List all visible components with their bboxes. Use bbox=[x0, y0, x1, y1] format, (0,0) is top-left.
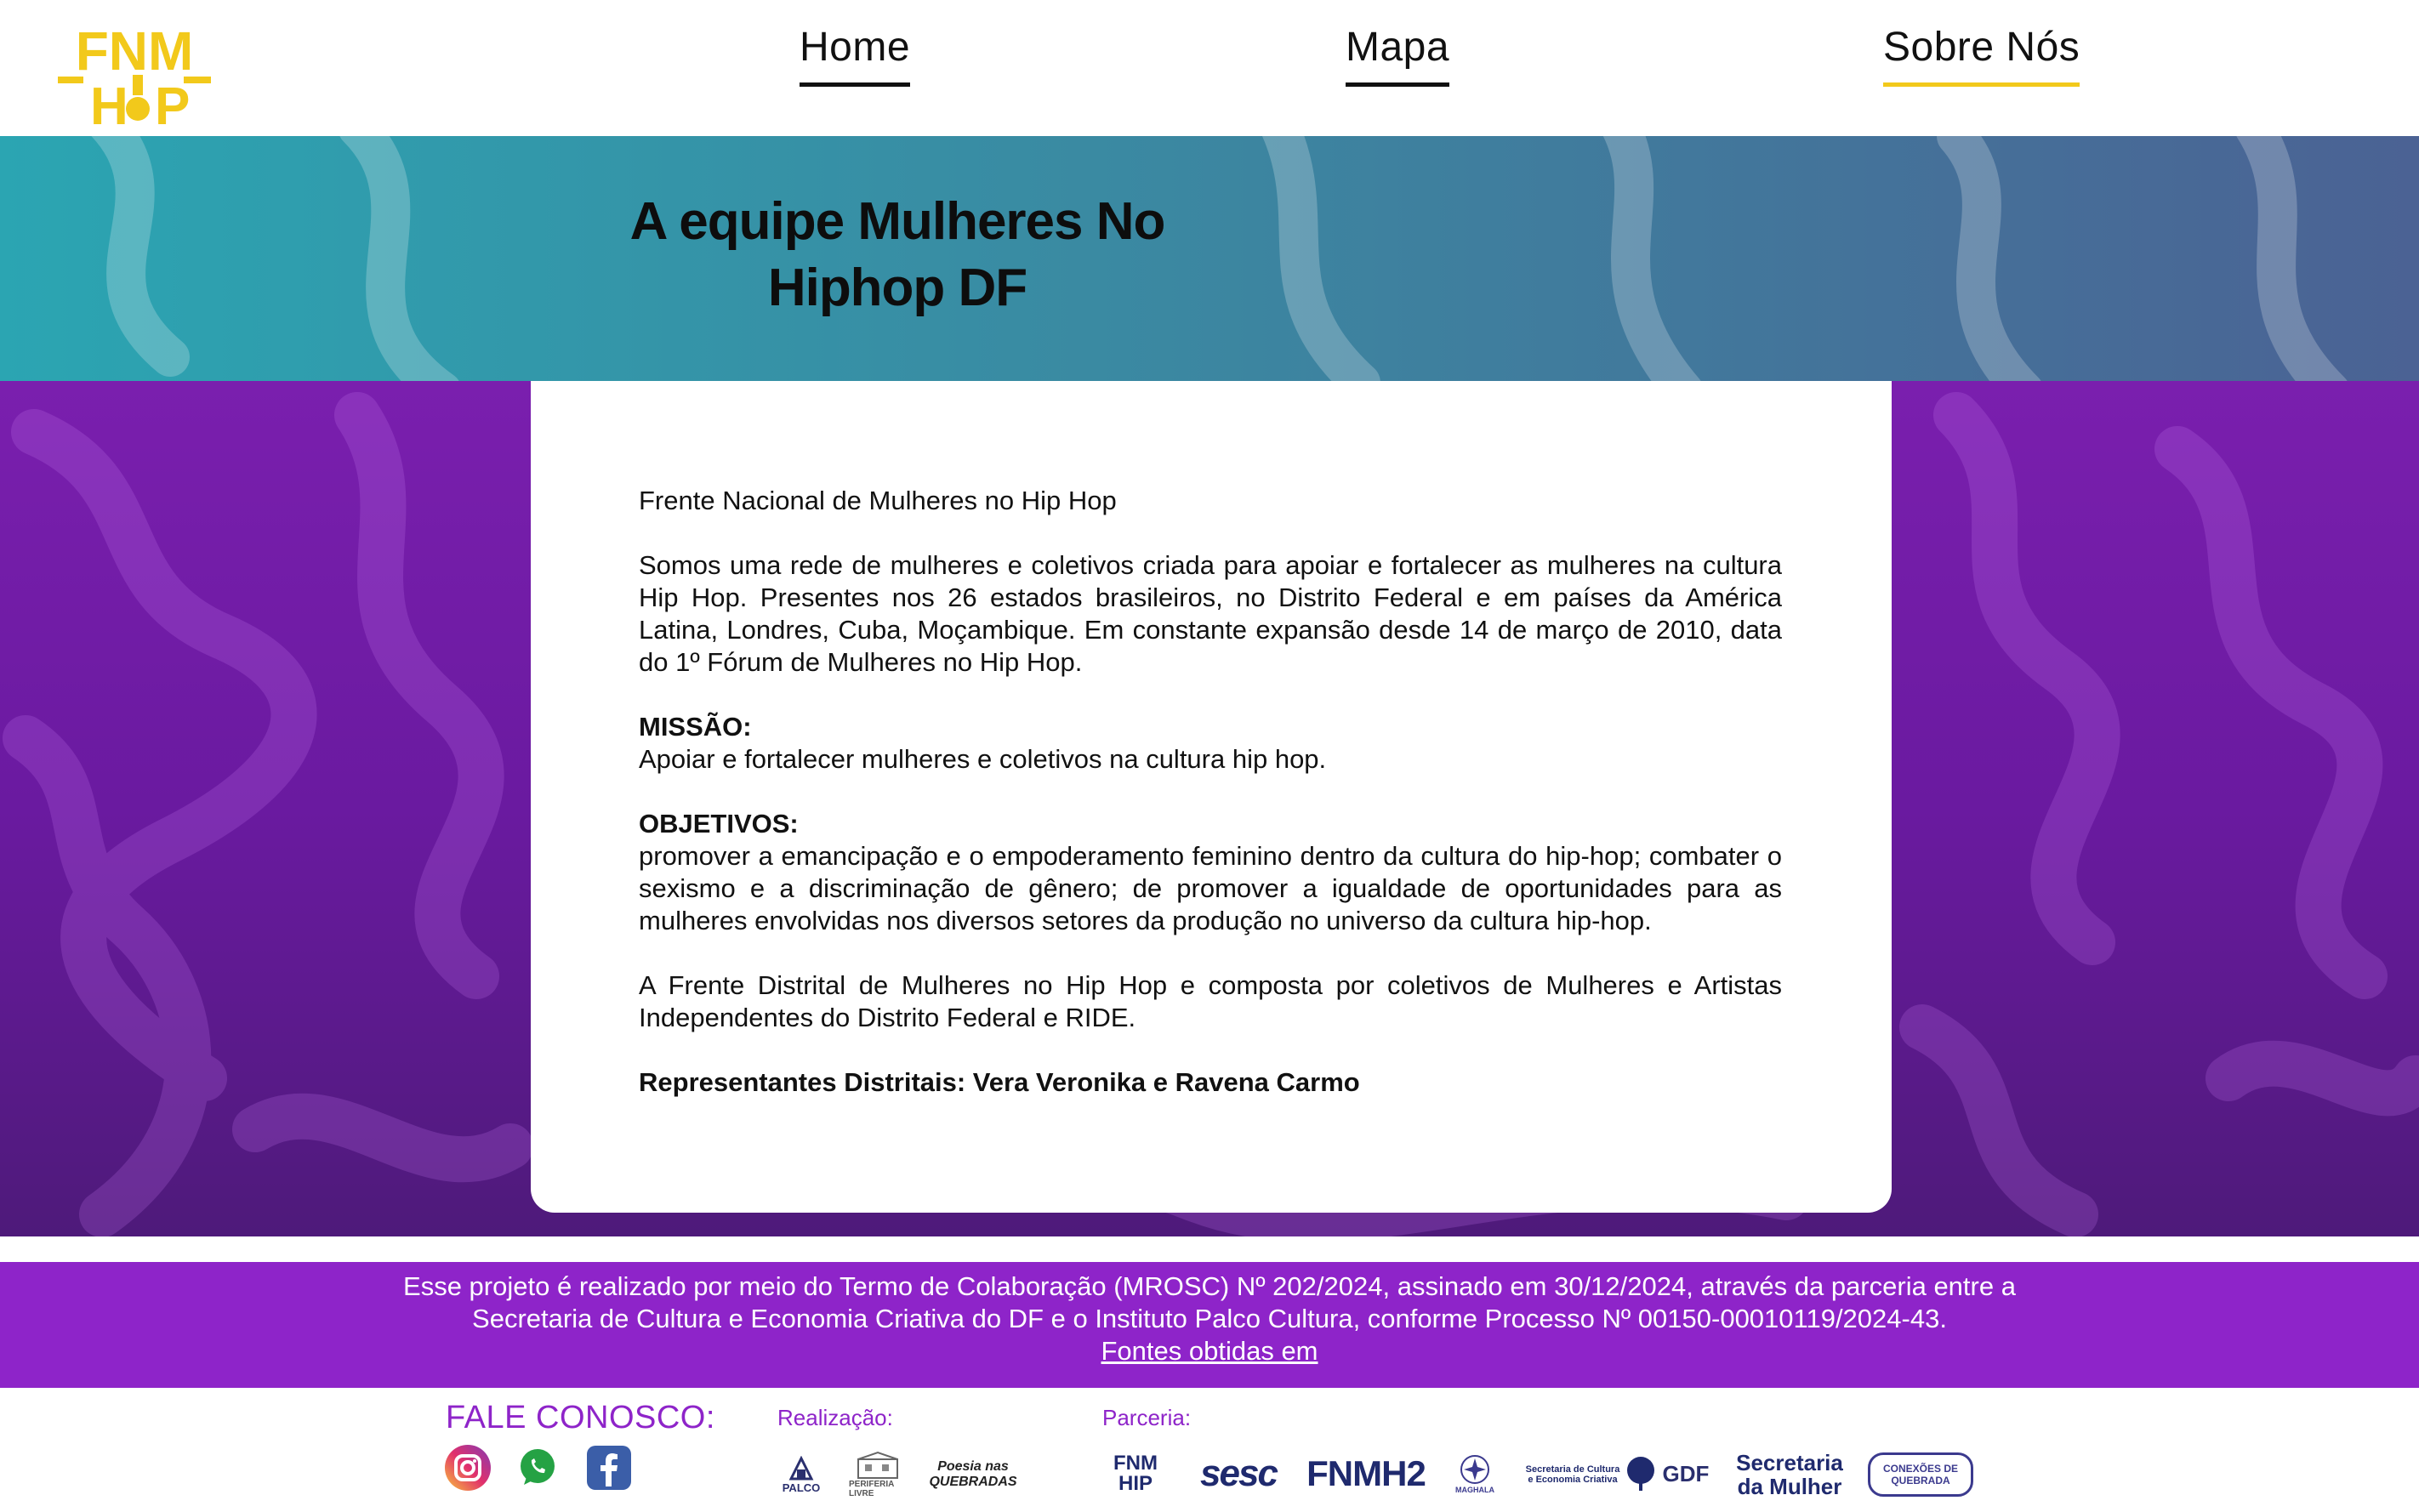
nav-mapa-link[interactable]: Mapa bbox=[1346, 24, 1450, 87]
palco-logo: PALCO bbox=[776, 1449, 827, 1500]
frente-distrital-paragraph: A Frente Distrital de Mulheres no Hip Ho… bbox=[639, 970, 1782, 1032]
banner-pattern-decoration bbox=[91, 136, 2348, 381]
secretaria-mulher-logo: Secretaria da Mulher bbox=[1730, 1449, 1849, 1500]
fale-conosco-label: FALE CONOSCO: bbox=[446, 1400, 715, 1435]
fnm-hip-logo[interactable]: FNM H P bbox=[56, 19, 213, 128]
maghala-logo: MAGHALA bbox=[1451, 1447, 1499, 1500]
representantes-line: Representantes Distritais: Vera Veronika… bbox=[639, 1066, 1782, 1099]
objetivos-text: promover a emancipação e o empoderamento… bbox=[639, 841, 1782, 935]
conexoes-quebrada-logo: CONEXÕES DE QUEBRADA bbox=[1868, 1452, 1973, 1497]
credit-line1: Esse projeto é realizado por meio do Ter… bbox=[403, 1271, 2016, 1301]
logo-line1: FNM bbox=[76, 20, 194, 82]
maghala-logo-text: MAGHALA bbox=[1455, 1486, 1494, 1494]
poesia-logo-text: Poesia nas QUEBRADAS bbox=[929, 1459, 1017, 1489]
fnm-hip-partner-logo: FNM HIP bbox=[1104, 1449, 1167, 1498]
fnmh2-logo: FNMH2 bbox=[1303, 1451, 1429, 1497]
secretaria-mulher-line1: Secretaria bbox=[1736, 1450, 1843, 1475]
footer: FALE CONOSCO: Realização: PALCO PERIFERI… bbox=[0, 1388, 2419, 1512]
periferia-building-icon bbox=[857, 1451, 898, 1479]
palco-mark-icon bbox=[788, 1455, 814, 1480]
fnmh2-logo-text: FNMH2 bbox=[1306, 1453, 1426, 1493]
gdf-tree-icon bbox=[1626, 1457, 1654, 1491]
missao-text: Apoiar e fortalecer mulheres e coletivos… bbox=[639, 744, 1327, 774]
page-title: A equipe Mulheres No Hiphop DF bbox=[595, 189, 1199, 321]
page-title-line1: A equipe Mulheres No bbox=[629, 192, 1166, 251]
intro-title: Frente Nacional de Mulheres no Hip Hop bbox=[639, 486, 1117, 515]
gdf-logo: GDF bbox=[1621, 1451, 1710, 1497]
palco-logo-text: PALCO bbox=[782, 1481, 821, 1494]
nav-home-link[interactable]: Home bbox=[800, 24, 911, 87]
missao-heading: MISSÃO: bbox=[639, 712, 752, 742]
poesia-quebradas-logo: Poesia nas QUEBRADAS bbox=[929, 1451, 1017, 1498]
objetivos-block: OBJETIVOS: promover a emancipação e o em… bbox=[639, 808, 1782, 937]
facebook-icon[interactable] bbox=[585, 1444, 633, 1492]
conexoes-logo-text: CONEXÕES DE QUEBRADA bbox=[1882, 1463, 1959, 1486]
secretaria-cultura-text: Secretaria de Cultura e Economia Criativ… bbox=[1525, 1464, 1620, 1485]
page-title-banner: A equipe Mulheres No Hiphop DF bbox=[0, 136, 2419, 381]
nav-sobre-nos-link[interactable]: Sobre Nós bbox=[1883, 24, 2080, 87]
maghala-star-icon bbox=[1460, 1455, 1489, 1484]
instagram-icon[interactable] bbox=[444, 1444, 492, 1492]
project-credit-strip: Esse projeto é realizado por meio do Ter… bbox=[0, 1262, 2419, 1388]
secretaria-mulher-line2: da Mulher bbox=[1737, 1474, 1842, 1499]
secretaria-cultura-logo: Secretaria de Cultura e Economia Criativ… bbox=[1523, 1454, 1623, 1495]
sesc-logo-text: sesc bbox=[1200, 1452, 1278, 1494]
periferia-livre-logo: PERIFERIA LIVRE bbox=[849, 1449, 907, 1500]
realizacao-label: Realização: bbox=[777, 1405, 893, 1430]
periferia-logo-text: PERIFERIA LIVRE bbox=[849, 1480, 894, 1498]
intro-paragraph: Somos uma rede de mulheres e coletivos c… bbox=[639, 550, 1782, 677]
representantes-text: Representantes Distritais: Vera Veronika… bbox=[639, 1067, 1360, 1097]
svg-text:P: P bbox=[155, 77, 190, 128]
missao-block: MISSÃO: Apoiar e fortalecer mulheres e c… bbox=[639, 711, 1782, 776]
top-navigation-bar: FNM H P Home Mapa Sobre Nós bbox=[0, 0, 2419, 136]
parceria-label: Parceria: bbox=[1102, 1405, 1192, 1430]
svg-text:H: H bbox=[90, 77, 128, 128]
page-title-line2: Hiphop DF bbox=[767, 259, 1027, 317]
fnm-partner-text: FNM HIP bbox=[1113, 1452, 1158, 1495]
sesc-logo: sesc bbox=[1198, 1452, 1279, 1495]
fontes-link[interactable]: Fontes obtidas em bbox=[1101, 1336, 1318, 1366]
about-card: Frente Nacional de Mulheres no Hip Hop S… bbox=[531, 381, 1892, 1213]
credit-line2: Secretaria de Cultura e Economia Criativ… bbox=[472, 1304, 1947, 1333]
objetivos-heading: OBJETIVOS: bbox=[639, 809, 799, 838]
whatsapp-icon[interactable] bbox=[514, 1444, 561, 1492]
about-text-body: Frente Nacional de Mulheres no Hip Hop S… bbox=[639, 485, 1782, 1131]
gdf-logo-text: GDF bbox=[1662, 1460, 1710, 1486]
